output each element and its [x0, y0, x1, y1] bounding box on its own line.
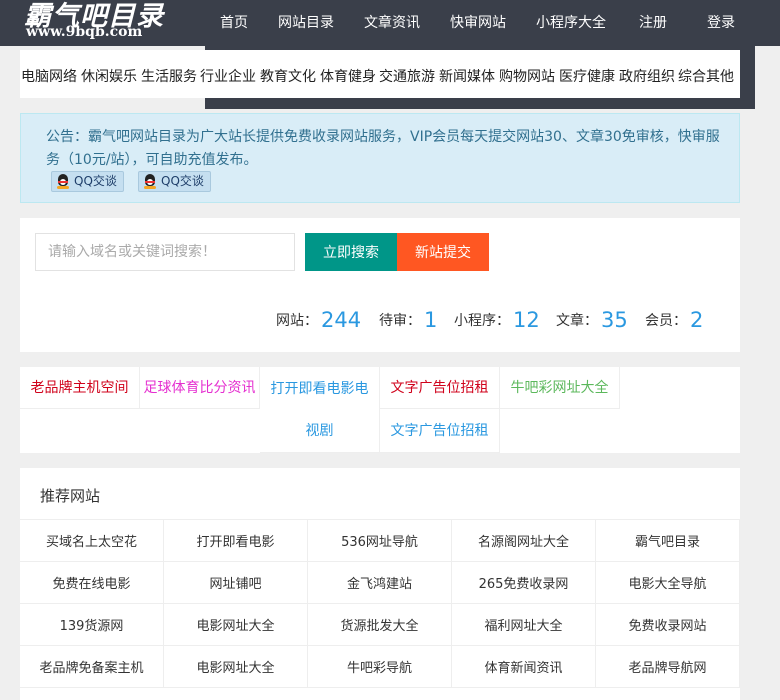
stat-pending: 待审： 1: [379, 306, 438, 332]
nav-fast-review[interactable]: 快审网站: [450, 12, 506, 32]
search-panel: 立即搜索 新站提交 网站：244 待审：1 小程序：12 文章：35 会员：2: [20, 218, 740, 352]
ad-link[interactable]: 文字广告位招租: [380, 409, 500, 453]
announcement-box: 公告：霸气吧网站目录为广大站长提供免费收录网站服务，VIP会员每天提交网站30、…: [20, 113, 740, 203]
recommended-site-link[interactable]: 536网址导航: [308, 520, 452, 562]
announcement-text: 公告：霸气吧网站目录为广大站长提供免费收录网站服务，VIP会员每天提交网站30、…: [46, 129, 720, 168]
recommended-site-link[interactable]: 139货源网: [20, 604, 164, 646]
ad-link[interactable]: 牛吧彩网址大全: [500, 367, 620, 409]
stat-sites: 网站： 244: [276, 306, 362, 332]
qq-chat-button[interactable]: QQ交谈: [138, 171, 211, 192]
ad-link[interactable]: 老品牌主机空间: [20, 367, 140, 409]
logo-url: www.9bqb.com: [26, 24, 143, 40]
stat-value: 12: [513, 308, 540, 332]
search-button[interactable]: 立即搜索: [305, 233, 397, 271]
qq-chat-label: QQ交谈: [161, 174, 204, 188]
nav-home[interactable]: 首页: [220, 12, 248, 32]
stat-label: 待审：: [379, 313, 421, 329]
ad-link[interactable]: 足球体育比分资讯: [140, 367, 260, 409]
category-item[interactable]: 购物网站: [499, 66, 555, 86]
qq-penguin-icon: [143, 173, 157, 190]
recommended-grid: 买域名上太空花 打开即看电影 536网址导航 名源阁网址大全 霸气吧目录免费在线电影 网址…: [20, 519, 740, 688]
recommended-site-link[interactable]: 货源批发大全: [308, 604, 452, 646]
submit-site-button[interactable]: 新站提交: [397, 233, 489, 271]
recommended-title: 推荐网站: [40, 487, 101, 505]
recommended-site-link[interactable]: 电影网址大全: [164, 604, 308, 646]
top-header: 霸气吧目录 www.9bqb.com 首页 网站目录 文章资讯 快审网站 小程序…: [0, 0, 780, 46]
qq-chat-button[interactable]: QQ交谈: [51, 171, 124, 192]
ad-links-panel: 老品牌主机空间 足球体育比分资讯 打开即看电影电视剧 文字广告位招租 牛吧彩网址…: [20, 367, 740, 453]
stat-members: 会员： 2: [645, 306, 704, 332]
stat-label: 文章：: [556, 313, 598, 329]
qq-chat-label: QQ交谈: [74, 174, 117, 188]
recommended-site-link[interactable]: 免费收录网站: [596, 604, 740, 646]
recommended-site-link[interactable]: 电影网址大全: [164, 646, 308, 688]
nav-articles[interactable]: 文章资讯: [364, 12, 420, 32]
nav-login[interactable]: 登录: [707, 12, 735, 32]
category-item[interactable]: 教育文化: [260, 66, 316, 86]
recommended-site-link[interactable]: 免费在线电影: [20, 562, 164, 604]
stat-articles: 文章： 35: [556, 306, 628, 332]
category-item[interactable]: 休闲娱乐: [81, 66, 137, 86]
nav-register[interactable]: 注册: [639, 12, 667, 32]
recommended-site-link[interactable]: 265免费收录网: [452, 562, 596, 604]
recommended-site-link[interactable]: 网址铺吧: [164, 562, 308, 604]
category-item[interactable]: 医疗健康: [559, 66, 615, 86]
category-item[interactable]: 生活服务: [141, 66, 197, 86]
ad-link[interactable]: 打开即看电影电视剧: [260, 367, 380, 453]
category-item[interactable]: 新闻媒体: [439, 66, 495, 86]
stat-value: 244: [321, 308, 362, 332]
ad-link[interactable]: 文字广告位招租: [380, 367, 500, 409]
category-item[interactable]: 行业企业: [200, 66, 256, 86]
stat-value: 1: [424, 308, 438, 332]
recommended-site-link[interactable]: 福利网址大全: [452, 604, 596, 646]
nav-mini-programs[interactable]: 小程序大全: [536, 12, 606, 32]
recommended-site-link[interactable]: 买域名上太空花: [20, 520, 164, 562]
category-item[interactable]: 体育健身: [320, 66, 376, 86]
recommended-site-link[interactable]: 金飞鸿建站: [308, 562, 452, 604]
recommended-site-link[interactable]: 打开即看电影: [164, 520, 308, 562]
recommended-site-link[interactable]: 牛吧彩导航: [308, 646, 452, 688]
site-logo[interactable]: 霸气吧目录 www.9bqb.com: [22, 0, 172, 46]
stat-mini-programs: 小程序： 12: [454, 306, 540, 332]
stat-label: 网站：: [276, 313, 318, 329]
nav-directory[interactable]: 网站目录: [278, 12, 334, 32]
stat-value: 35: [601, 308, 628, 332]
category-item[interactable]: 电脑网络: [21, 66, 77, 86]
category-item[interactable]: 政府组织: [619, 66, 675, 86]
category-item[interactable]: 综合其他: [678, 66, 734, 86]
category-menu: 电脑网络 休闲娱乐 生活服务 行业企业 教育文化 体育健身 交通旅游 新闻媒体 …: [20, 50, 740, 98]
recommended-sites-panel: 推荐网站 买域名上太空花 打开即看电影 536网址导航 名源阁网址大全 霸气吧目录免费在…: [20, 468, 740, 700]
category-item[interactable]: 交通旅游: [379, 66, 435, 86]
search-input[interactable]: [35, 233, 295, 271]
recommended-site-link[interactable]: 老品牌免备案主机: [20, 646, 164, 688]
recommended-site-link[interactable]: 老品牌导航网: [596, 646, 740, 688]
recommended-site-link[interactable]: 体育新闻资讯: [452, 646, 596, 688]
recommended-site-link[interactable]: 名源阁网址大全: [452, 520, 596, 562]
stat-label: 会员：: [645, 313, 687, 329]
recommended-site-link[interactable]: 电影大全导航: [596, 562, 740, 604]
recommended-site-link[interactable]: 霸气吧目录: [596, 520, 740, 562]
stat-value: 2: [690, 308, 704, 332]
qq-penguin-icon: [56, 173, 70, 190]
stat-label: 小程序：: [454, 313, 510, 329]
